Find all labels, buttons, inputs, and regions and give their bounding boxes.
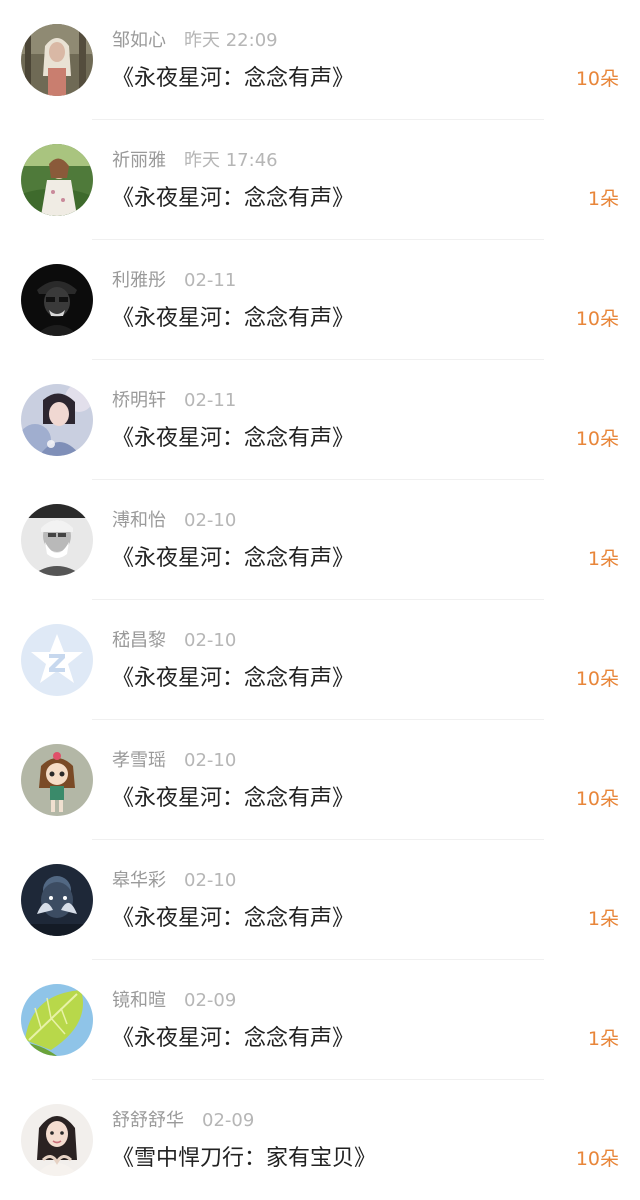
sender-name: 皋华彩 bbox=[112, 870, 166, 891]
avatar[interactable] bbox=[21, 984, 93, 1056]
avatar[interactable] bbox=[21, 384, 93, 456]
list-item[interactable]: 舒舒舒华 02-09 《雪中悍刀行：家有宝贝》 10朵 bbox=[0, 1080, 640, 1200]
sender-name: 舒舒舒华 bbox=[112, 1110, 184, 1131]
avatar-girl-in-field-image bbox=[21, 144, 93, 216]
sender-name: 利雅彤 bbox=[112, 270, 166, 291]
work-title[interactable]: 《雪中悍刀行：家有宝贝》 bbox=[112, 1143, 376, 1175]
sender-name: 溥和怡 bbox=[112, 510, 166, 531]
flower-count: 10朵 bbox=[575, 308, 619, 330]
work-title[interactable]: 《永夜星河：念念有声》 bbox=[112, 423, 354, 455]
avatar[interactable] bbox=[21, 864, 93, 936]
work-title[interactable]: 《永夜星河：念念有声》 bbox=[112, 543, 354, 575]
sender-meta: 利雅彤 02-11 bbox=[112, 269, 236, 293]
work-title[interactable]: 《永夜星河：念念有声》 bbox=[112, 1023, 354, 1055]
sender-meta: 皋华彩 02-10 bbox=[112, 869, 236, 893]
avatar-dark-hands-image bbox=[21, 864, 93, 936]
avatar-default-star-icon bbox=[21, 624, 93, 696]
gift-record-list: 邹如心 昨天 22:09 《永夜星河：念念有声》 10朵 祈丽雅 昨天 17:46 … bbox=[0, 0, 640, 1199]
list-item[interactable]: 嵇昌黎 02-10 《永夜星河：念念有声》 10朵 bbox=[0, 600, 640, 720]
list-item[interactable]: 邹如心 昨天 22:09 《永夜星河：念念有声》 10朵 bbox=[0, 0, 640, 120]
work-title[interactable]: 《永夜星河：念念有声》 bbox=[112, 183, 354, 215]
sender-meta: 镜和暄 02-09 bbox=[112, 989, 236, 1013]
work-title[interactable]: 《永夜星河：念念有声》 bbox=[112, 663, 354, 695]
flower-count: 10朵 bbox=[575, 1148, 619, 1170]
avatar[interactable] bbox=[21, 744, 93, 816]
sender-meta: 邹如心 昨天 22:09 bbox=[112, 29, 278, 53]
flower-count: 10朵 bbox=[575, 428, 619, 450]
avatar-blurred-girl-image bbox=[21, 384, 93, 456]
sender-meta: 桥明轩 02-11 bbox=[112, 389, 236, 413]
send-time: 02-09 bbox=[202, 1110, 255, 1131]
avatar-cartoon-girl-image bbox=[21, 744, 93, 816]
send-time: 02-11 bbox=[184, 270, 237, 291]
sender-name: 孝雪瑶 bbox=[112, 750, 166, 771]
flower-count: 1朵 bbox=[587, 908, 619, 930]
avatar[interactable] bbox=[21, 144, 93, 216]
flower-count: 10朵 bbox=[575, 68, 619, 90]
work-title[interactable]: 《永夜星河：念念有声》 bbox=[112, 303, 354, 335]
work-title[interactable]: 《永夜星河：念念有声》 bbox=[112, 783, 354, 815]
send-time: 02-10 bbox=[184, 510, 237, 531]
list-item[interactable]: 利雅彤 02-11 《永夜星河：念念有声》 10朵 bbox=[0, 240, 640, 360]
sender-meta: 溥和怡 02-10 bbox=[112, 509, 236, 533]
flower-count: 1朵 bbox=[587, 188, 619, 210]
avatar[interactable] bbox=[21, 1104, 93, 1176]
list-item[interactable]: 祈丽雅 昨天 17:46 《永夜星河：念念有声》 1朵 bbox=[0, 120, 640, 240]
sender-name: 镜和暄 bbox=[112, 990, 166, 1011]
avatar-green-leaf-image bbox=[21, 984, 93, 1056]
avatar-old-man-image bbox=[21, 504, 93, 576]
list-item[interactable]: 溥和怡 02-10 《永夜星河：念念有声》 1朵 bbox=[0, 480, 640, 600]
avatar[interactable] bbox=[21, 504, 93, 576]
list-item[interactable]: 孝雪瑶 02-10 《永夜星河：念念有声》 10朵 bbox=[0, 720, 640, 840]
work-title[interactable]: 《永夜星河：念念有声》 bbox=[112, 903, 354, 935]
sender-meta: 舒舒舒华 02-09 bbox=[112, 1109, 254, 1133]
flower-count: 10朵 bbox=[575, 668, 619, 690]
work-title[interactable]: 《永夜星河：念念有声》 bbox=[112, 63, 354, 95]
sender-name: 邹如心 bbox=[112, 30, 166, 51]
sender-name: 嵇昌黎 bbox=[112, 630, 166, 651]
avatar[interactable] bbox=[21, 264, 93, 336]
send-time: 02-11 bbox=[184, 390, 237, 411]
sender-meta: 祈丽雅 昨天 17:46 bbox=[112, 149, 278, 173]
avatar[interactable] bbox=[21, 624, 93, 696]
avatar-dark-figure-image bbox=[21, 264, 93, 336]
avatar[interactable] bbox=[21, 24, 93, 96]
send-time: 昨天 17:46 bbox=[184, 150, 278, 171]
flower-count: 10朵 bbox=[575, 788, 619, 810]
avatar-forest-girl-image bbox=[21, 24, 93, 96]
send-time: 02-10 bbox=[184, 870, 237, 891]
list-item[interactable]: 皋华彩 02-10 《永夜星河：念念有声》 1朵 bbox=[0, 840, 640, 960]
sender-meta: 孝雪瑶 02-10 bbox=[112, 749, 236, 773]
send-time: 昨天 22:09 bbox=[184, 30, 278, 51]
avatar-woman-portrait-image bbox=[21, 1104, 93, 1176]
sender-name: 桥明轩 bbox=[112, 390, 166, 411]
send-time: 02-10 bbox=[184, 750, 237, 771]
list-item[interactable]: 桥明轩 02-11 《永夜星河：念念有声》 10朵 bbox=[0, 360, 640, 480]
list-item[interactable]: 镜和暄 02-09 《永夜星河：念念有声》 1朵 bbox=[0, 960, 640, 1080]
flower-count: 1朵 bbox=[587, 1028, 619, 1050]
sender-name: 祈丽雅 bbox=[112, 150, 166, 171]
sender-meta: 嵇昌黎 02-10 bbox=[112, 629, 236, 653]
flower-count: 1朵 bbox=[587, 548, 619, 570]
send-time: 02-09 bbox=[184, 990, 237, 1011]
send-time: 02-10 bbox=[184, 630, 237, 651]
